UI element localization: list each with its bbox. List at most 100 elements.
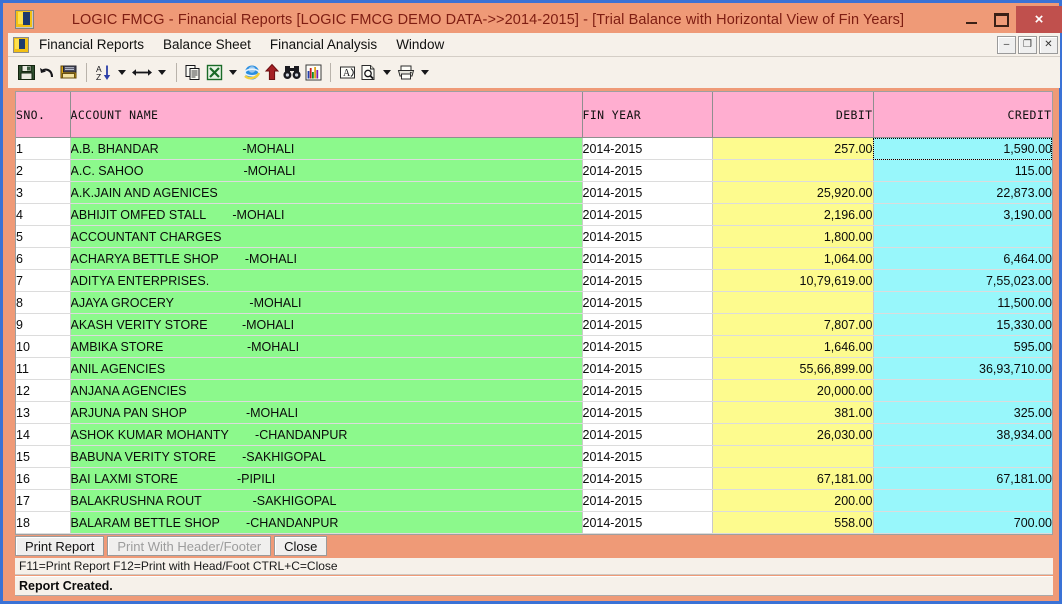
table-row[interactable]: 6 ACHARYA BETTLE SHOP -MOHALI 2014-2015 1,06… [16, 247, 1052, 270]
width-dropdown-icon[interactable] [158, 70, 166, 75]
cell-fin-year[interactable]: 2014-2015 [582, 313, 713, 336]
cell-debit[interactable]: 26,030.00 [712, 423, 874, 446]
sort-dropdown-icon[interactable] [118, 70, 126, 75]
save-icon[interactable] [17, 60, 36, 86]
cell-credit[interactable]: 38,934.00 [873, 423, 1052, 446]
table-row[interactable]: 15 BABUNA VERITY STORE -SAKHIGOPAL 2014-201… [16, 445, 1052, 468]
print-dropdown-icon[interactable] [421, 70, 429, 75]
cell-fin-year[interactable]: 2014-2015 [582, 401, 713, 424]
table-row[interactable]: 5 ACCOUNTANT CHARGES 2014-2015 1,800.00 [16, 225, 1052, 248]
menu-item-balance-sheet[interactable]: Balance Sheet [154, 35, 260, 54]
cell-fin-year[interactable]: 2014-2015 [582, 159, 713, 182]
cell-account-name[interactable]: BAI LAXMI STORE -PIPILI [70, 467, 583, 490]
export-dropdown-icon[interactable] [229, 70, 237, 75]
cell-account-name[interactable]: A.B. BHANDAR -MOHALI [70, 137, 583, 160]
cell-fin-year[interactable]: 2014-2015 [582, 423, 713, 446]
cell-fin-year[interactable]: 2014-2015 [582, 203, 713, 226]
cell-debit[interactable]: 257.00 [712, 137, 874, 160]
cell-account-name[interactable]: ANIL AGENCIES [70, 357, 583, 380]
menu-item-financial-reports[interactable]: Financial Reports [30, 35, 153, 54]
cell-sno[interactable]: 9 [16, 313, 71, 336]
cell-credit[interactable] [873, 489, 1052, 512]
column-header-credit[interactable]: CREDIT [873, 92, 1052, 138]
cell-fin-year[interactable]: 2014-2015 [582, 137, 713, 160]
cell-credit[interactable]: 6,464.00 [873, 247, 1052, 270]
menu-item-window[interactable]: Window [387, 35, 453, 54]
cell-debit[interactable]: 1,800.00 [712, 225, 874, 248]
print-report-button[interactable]: Print Report [15, 536, 105, 556]
upload-icon[interactable] [264, 60, 280, 86]
table-row[interactable]: 12 ANJANA AGENCIES 2014-2015 20,000.00 [16, 379, 1052, 402]
cell-sno[interactable]: 15 [16, 445, 71, 468]
cell-sno[interactable]: 6 [16, 247, 71, 270]
column-header-fin-year[interactable]: FIN YEAR [582, 92, 713, 138]
cell-account-name[interactable]: ARJUNA PAN SHOP -MOHALI [70, 401, 583, 424]
cell-fin-year[interactable]: 2014-2015 [582, 247, 713, 270]
cell-debit[interactable]: 200.00 [712, 489, 874, 512]
table-row[interactable]: 4 ABHIJIT OMFED STALL -MOHALI 2014-2015 2,19… [16, 203, 1052, 226]
cell-sno[interactable]: 12 [16, 379, 71, 402]
cell-debit[interactable]: 7,807.00 [712, 313, 874, 336]
cell-debit[interactable] [712, 445, 874, 468]
cell-credit[interactable] [873, 225, 1052, 248]
cell-debit[interactable]: 381.00 [712, 401, 874, 424]
cell-account-name[interactable]: ASHOK KUMAR MOHANTY -CHANDANPUR [70, 423, 583, 446]
cell-account-name[interactable]: A.C. SAHOO -MOHALI [70, 159, 583, 182]
column-header-account[interactable]: ACCOUNT NAME [70, 92, 583, 138]
cell-sno[interactable]: 5 [16, 225, 71, 248]
table-row[interactable]: 11 ANIL AGENCIES 2014-2015 55,66,899.00 36,9… [16, 357, 1052, 380]
cell-sno[interactable]: 11 [16, 357, 71, 380]
cell-fin-year[interactable]: 2014-2015 [582, 291, 713, 314]
table-row[interactable]: 2 A.C. SAHOO -MOHALI 2014-2015 115.00 [16, 159, 1052, 182]
print-preview-icon[interactable] [359, 60, 378, 86]
table-row[interactable]: 3 A.K.JAIN AND AGENICES 2014-2015 25,920.00… [16, 181, 1052, 204]
window-maximize-button[interactable] [986, 6, 1016, 33]
cell-account-name[interactable]: ACCOUNTANT CHARGES [70, 225, 583, 248]
cell-debit[interactable]: 558.00 [712, 511, 874, 534]
cell-fin-year[interactable]: 2014-2015 [582, 445, 713, 468]
cell-debit[interactable]: 2,196.00 [712, 203, 874, 226]
table-row[interactable]: 9 AKASH VERITY STORE -MOHALI 2014-2015 7,807… [16, 313, 1052, 336]
cell-fin-year[interactable]: 2014-2015 [582, 467, 713, 490]
cell-credit[interactable]: 67,181.00 [873, 467, 1052, 490]
cell-account-name[interactable]: ACHARYA BETTLE SHOP -MOHALI [70, 247, 583, 270]
browser-icon[interactable] [242, 60, 262, 86]
cell-debit[interactable] [712, 291, 874, 314]
cell-credit[interactable]: 22,873.00 [873, 181, 1052, 204]
menu-item-financial-analysis[interactable]: Financial Analysis [261, 35, 386, 54]
cell-sno[interactable]: 14 [16, 423, 71, 446]
table-row[interactable]: 13 ARJUNA PAN SHOP -MOHALI 2014-2015 381.00 3… [16, 401, 1052, 424]
cell-debit[interactable]: 1,064.00 [712, 247, 874, 270]
cell-sno[interactable]: 8 [16, 291, 71, 314]
cell-account-name[interactable]: BALARAM BETTLE SHOP -CHANDANPUR [70, 511, 583, 534]
print-icon[interactable] [396, 60, 416, 86]
cell-account-name[interactable]: BALAKRUSHNA ROUT -SAKHIGOPAL [70, 489, 583, 512]
cell-credit[interactable]: 11,500.00 [873, 291, 1052, 314]
print-with-header-footer-button[interactable]: Print With Header/Footer [107, 536, 272, 556]
table-row[interactable]: 17 BALAKRUSHNA ROUT -SAKHIGOPAL 2014-2015 20… [16, 489, 1052, 512]
cell-fin-year[interactable]: 2014-2015 [582, 511, 713, 534]
fit-width-icon[interactable] [131, 60, 153, 86]
preview-dropdown-icon[interactable] [383, 70, 391, 75]
cell-debit[interactable]: 55,66,899.00 [712, 357, 874, 380]
cell-account-name[interactable]: ABHIJIT OMFED STALL -MOHALI [70, 203, 583, 226]
cell-debit[interactable]: 10,79,619.00 [712, 269, 874, 292]
cell-credit[interactable]: 15,330.00 [873, 313, 1052, 336]
cell-account-name[interactable]: ADITYA ENTERPRISES. [70, 269, 583, 292]
table-row[interactable]: 16 BAI LAXMI STORE -PIPILI 2014-2015 67,181.… [16, 467, 1052, 490]
table-row[interactable]: 7 ADITYA ENTERPRISES. 2014-2015 10,79,619.0… [16, 269, 1052, 292]
chart-icon[interactable] [304, 60, 323, 86]
cell-account-name[interactable]: ANJANA AGENCIES [70, 379, 583, 402]
cell-credit[interactable]: 595.00 [873, 335, 1052, 358]
table-row[interactable]: 18 BALARAM BETTLE SHOP -CHANDANPUR 2014-201… [16, 511, 1052, 534]
cell-fin-year[interactable]: 2014-2015 [582, 225, 713, 248]
mdi-restore-button[interactable]: ❐ [1018, 35, 1037, 54]
cell-debit[interactable]: 25,920.00 [712, 181, 874, 204]
cell-credit[interactable] [873, 445, 1052, 468]
cell-credit[interactable]: 7,55,023.00 [873, 269, 1052, 292]
column-header-debit[interactable]: DEBIT [712, 92, 874, 138]
cell-sno[interactable]: 10 [16, 335, 71, 358]
cell-fin-year[interactable]: 2014-2015 [582, 269, 713, 292]
table-row[interactable]: 14 ASHOK KUMAR MOHANTY -CHANDANPUR 2014-201… [16, 423, 1052, 446]
cell-credit[interactable] [873, 379, 1052, 402]
